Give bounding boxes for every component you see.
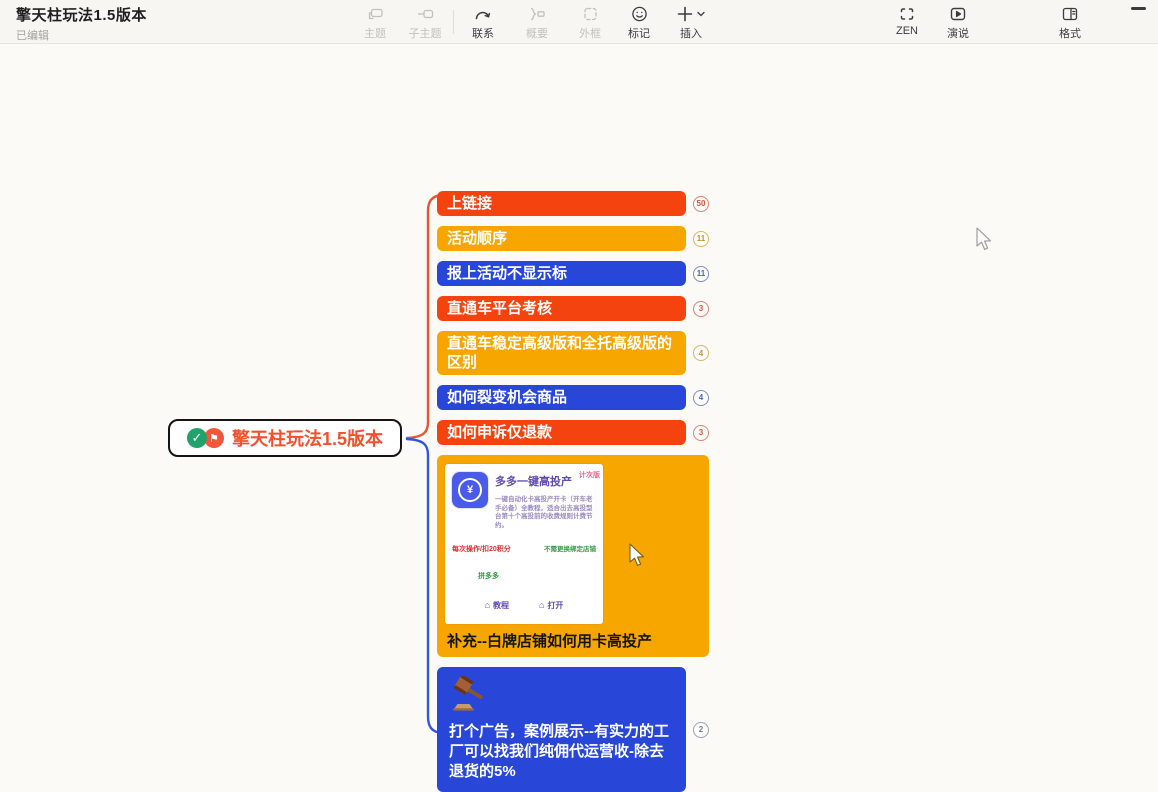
child-topics-column: 上链接 50 活动顺序 11 报上活动不显示标 11 直通车平台考核 3 直通车…	[437, 191, 709, 792]
count-badge[interactable]: 50	[693, 196, 709, 212]
topic-row: 报上活动不显示标 11	[437, 261, 709, 286]
plus-icon	[676, 5, 694, 23]
card-right-note: 不需更换绑定店铺	[544, 540, 596, 559]
topic-row: 上链接 50	[437, 191, 709, 216]
count-badge[interactable]: 3	[693, 425, 709, 441]
count-badge[interactable]: 3	[693, 301, 709, 317]
topic-row: 直通车稳定高级版和全托高级版的区别 4	[437, 331, 709, 375]
topic-node-shanglianjie[interactable]: 上链接	[437, 191, 686, 216]
card-price-note: 每次操作/扣20积分	[452, 540, 511, 559]
summary-icon	[512, 4, 562, 24]
card-corner-tag: 计次版	[579, 466, 600, 485]
count-badge[interactable]: 11	[693, 266, 709, 282]
marker-icon	[614, 4, 664, 24]
insert-button[interactable]: 插入	[663, 4, 719, 41]
topic-node-huodongshunxu[interactable]: 活动顺序	[437, 226, 686, 251]
topic-row: 直通车平台考核 3	[437, 296, 709, 321]
document-info: 擎天柱玩法1.5版本 已编辑	[16, 4, 147, 43]
toolbar-separator	[453, 10, 454, 34]
summary-button[interactable]: 概要	[512, 4, 562, 41]
flag-icon[interactable]: ⚑	[204, 428, 224, 448]
topic-node-baoshanghuodong[interactable]: 报上活动不显示标	[437, 261, 686, 286]
topic-row: 计次版 ¥ 多多一键高投产 一键自动化卡高投产开卡（开车老手必备）全教程，适合出…	[437, 455, 709, 657]
topic-row: 如何申诉仅退款 3	[437, 420, 709, 445]
mouse-cursor-faint	[975, 227, 995, 253]
topic-node-buchong-image[interactable]: 计次版 ¥ 多多一键高投产 一键自动化卡高投产开卡（开车老手必备）全教程，适合出…	[437, 455, 709, 657]
pitch-button[interactable]: 演说	[933, 4, 983, 41]
central-topic-label: 擎天柱玩法1.5版本	[232, 425, 383, 451]
embedded-screenshot: 计次版 ¥ 多多一键高投产 一键自动化卡高投产开卡（开车老手必备）全教程，适合出…	[445, 464, 603, 624]
topic-button[interactable]: 主题	[350, 4, 400, 41]
topic-node-ad[interactable]: 打个广告，案例展示--有实力的工厂可以找我们纯佣代运营收-除去退货的5%	[437, 667, 686, 792]
play-icon	[933, 4, 983, 24]
ad-topic-label: 打个广告，案例展示--有实力的工厂可以找我们纯佣代运营收-除去退货的5%	[449, 722, 674, 782]
format-panel-icon	[1045, 4, 1095, 24]
count-badge[interactable]: 2	[693, 722, 709, 738]
relationship-icon	[458, 4, 508, 24]
topic-node-zhitongche-kaohe[interactable]: 直通车平台考核	[437, 296, 686, 321]
app-logo-icon: ¥	[452, 472, 488, 508]
count-badge[interactable]: 4	[693, 390, 709, 406]
home-icon: ⌂	[539, 596, 544, 615]
tutorial-link: ⌂ 教程	[485, 596, 509, 615]
card-description: 一键自动化卡高投产开卡（开车老手必备）全教程，适合出去高投型台第十个高投前的收费…	[495, 496, 596, 530]
format-button[interactable]: 格式	[1045, 4, 1095, 41]
subtopic-icon	[400, 4, 450, 24]
document-title: 擎天柱玩法1.5版本	[16, 4, 147, 25]
mindmap-canvas[interactable]: ✓ ⚑ 擎天柱玩法1.5版本 上链接 50 活动顺序 11 报上活动不显示标 1…	[0, 44, 1158, 740]
relationship-button[interactable]: 联系	[458, 4, 508, 41]
topic-node-shensu[interactable]: 如何申诉仅退款	[437, 420, 686, 445]
marker-button[interactable]: 标记	[614, 4, 664, 41]
topic-icon	[350, 4, 400, 24]
topic-caption: 补充--白牌店铺如何用卡高投产	[445, 632, 699, 651]
home-icon: ⌂	[485, 596, 490, 615]
zen-mode-button[interactable]: ZEN	[882, 4, 932, 37]
topic-node-zhitongche-qubie[interactable]: 直通车稳定高级版和全托高级版的区别	[437, 331, 686, 375]
topic-row: 活动顺序 11	[437, 226, 709, 251]
subtopic-button[interactable]: 子主题	[400, 4, 450, 41]
topic-row: 打个广告，案例展示--有实力的工厂可以找我们纯佣代运营收-除去退货的5% 2	[437, 667, 709, 792]
topic-node-liebian[interactable]: 如何裂变机会商品	[437, 385, 686, 410]
chevron-down-icon	[696, 9, 706, 19]
check-icon[interactable]: ✓	[187, 428, 207, 448]
document-status: 已编辑	[16, 27, 147, 43]
open-link: ⌂ 打开	[539, 596, 563, 615]
topic-row: 如何裂变机会商品 4	[437, 385, 709, 410]
zen-icon	[882, 4, 932, 24]
central-topic-node[interactable]: ✓ ⚑ 擎天柱玩法1.5版本	[168, 419, 402, 457]
mouse-cursor-embedded	[628, 543, 648, 569]
boundary-icon	[565, 4, 615, 24]
count-badge[interactable]: 4	[693, 345, 709, 361]
card-platform: 拼多多	[478, 567, 596, 586]
boundary-button[interactable]: 外框	[565, 4, 615, 41]
window-minimize-dash[interactable]	[1131, 7, 1146, 10]
toolbar: 擎天柱玩法1.5版本 已编辑 主题 子主题 联系	[0, 0, 1158, 44]
count-badge[interactable]: 11	[693, 231, 709, 247]
gavel-icon	[449, 676, 491, 712]
